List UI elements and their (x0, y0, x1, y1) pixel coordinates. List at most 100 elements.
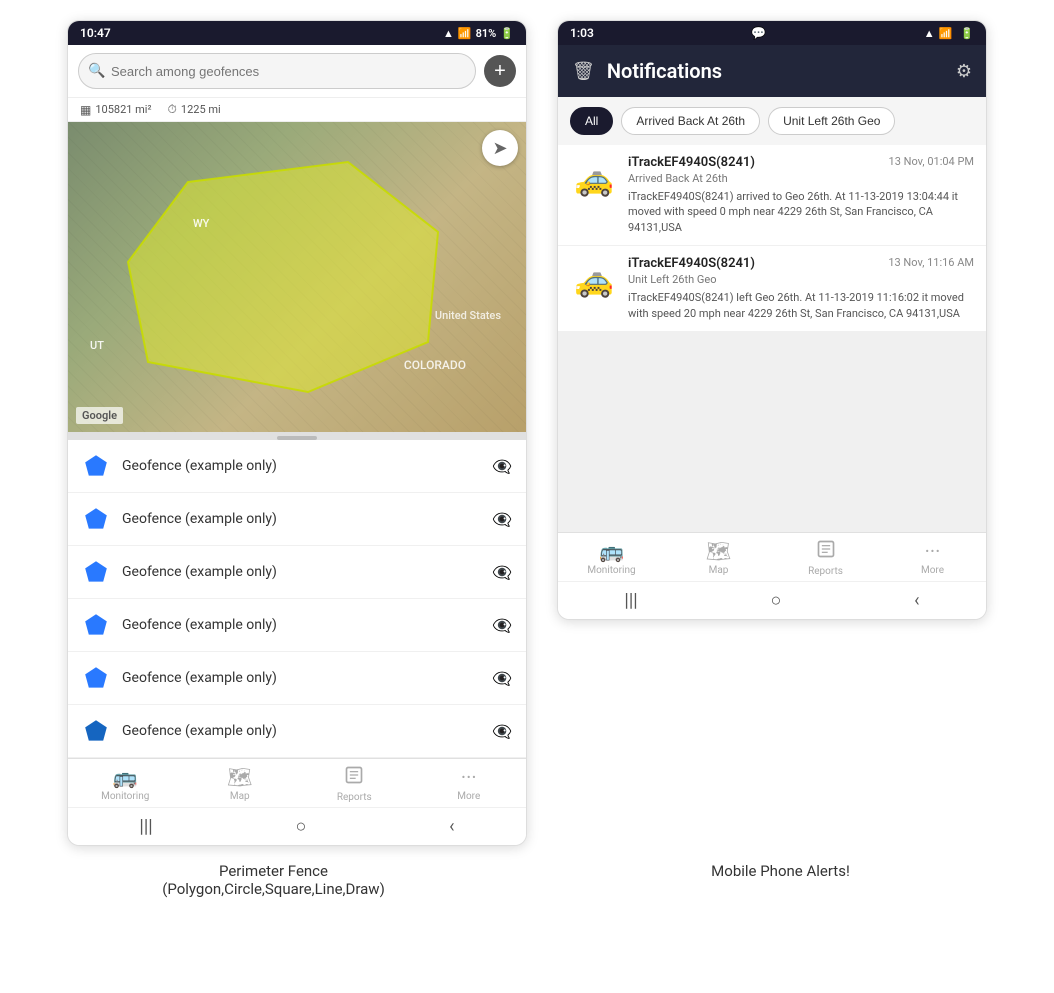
left-status-bar: 10:47 ▲ 📶 81% 🔋 (68, 21, 526, 45)
label-us: United States (435, 309, 501, 322)
right-home-button[interactable]: ○ (770, 590, 781, 611)
monitoring-label: Monitoring (101, 791, 149, 802)
pentagon-svg-6 (84, 719, 108, 743)
scroll-indicator (68, 432, 526, 440)
compass-button[interactable]: ➤ (482, 130, 518, 166)
list-item[interactable]: Geofence (example only) 👁‍🗨 (68, 440, 526, 493)
notif-device-2: iTrackEF4940S(8241) (628, 256, 755, 271)
geofence-icon-1 (82, 452, 110, 480)
left-battery: 81% (476, 27, 497, 40)
area-icon: ▦ (80, 103, 91, 117)
notification-item-1[interactable]: 🚕 iTrackEF4940S(8241) 13 Nov, 01:04 PM A… (558, 145, 986, 246)
more-icon: ··· (461, 765, 477, 789)
left-signal-icon: 📶 (458, 27, 472, 40)
pentagon-svg-3 (84, 560, 108, 584)
notif-top-row-1: iTrackEF4940S(8241) 13 Nov, 01:04 PM (628, 155, 974, 170)
right-more-icon: ··· (925, 539, 941, 563)
right-caption-text: Mobile Phone Alerts! (711, 862, 850, 880)
geofence-icon-5 (82, 664, 110, 692)
search-input[interactable] (78, 53, 476, 89)
right-wifi-icon: ▲ (924, 27, 935, 40)
notification-list: 🚕 iTrackEF4940S(8241) 13 Nov, 01:04 PM A… (558, 145, 986, 332)
right-reports-label: Reports (808, 566, 843, 577)
left-caption-line2: (Polygon,Circle,Square,Line,Draw) (162, 880, 385, 898)
list-item[interactable]: Geofence (example only) 👁‍🗨 (68, 652, 526, 705)
nav-map[interactable]: 🗺 Map (210, 765, 270, 803)
right-nav-more[interactable]: ··· More (903, 539, 963, 577)
right-battery-icon: 🔋 (960, 27, 974, 40)
pentagon-svg-4 (84, 613, 108, 637)
filter-all[interactable]: All (570, 107, 613, 135)
nav-more[interactable]: ··· More (439, 765, 499, 803)
compass-icon: ➤ (492, 138, 507, 159)
car-icon-2: 🚕 (570, 256, 618, 304)
list-item[interactable]: Geofence (example only) 👁‍🗨 (68, 546, 526, 599)
back-button[interactable]: ‹ (449, 816, 454, 837)
notifications-header: 🗑 Notifications ⚙ (558, 45, 986, 97)
visibility-icon-1[interactable]: 👁‍🗨 (492, 457, 512, 476)
phone-right: 1:03 💬 ▲ 📶 🔋 🗑 Notifications ⚙ All Arriv… (557, 20, 987, 620)
label-colorado: COLORADO (404, 358, 466, 372)
list-item[interactable]: Geofence (example only) 👁‍🗨 (68, 599, 526, 652)
distance-icon: ⏱ (168, 102, 177, 117)
visibility-icon-4[interactable]: 👁‍🗨 (492, 616, 512, 635)
home-button[interactable]: ○ (295, 816, 306, 837)
right-bottom-nav: 🚌 Monitoring 🗺 Map Reports (558, 532, 986, 581)
notif-event-2: Unit Left 26th Geo (628, 273, 974, 286)
distance-value: 1225 mi (181, 103, 221, 116)
notification-item-2[interactable]: 🚕 iTrackEF4940S(8241) 13 Nov, 11:16 AM U… (558, 246, 986, 332)
geofence-name-3: Geofence (example only) (122, 564, 480, 580)
left-battery-icon: 🔋 (500, 27, 514, 40)
right-reports-icon (816, 539, 836, 564)
notifications-title: Notifications (607, 59, 944, 83)
monitoring-icon: 🚌 (113, 765, 138, 789)
geofence-name-5: Geofence (example only) (122, 670, 480, 686)
nav-reports[interactable]: Reports (324, 765, 384, 803)
right-status-bar: 1:03 💬 ▲ 📶 🔋 (558, 21, 986, 45)
add-geofence-button[interactable]: + (484, 55, 516, 87)
filter-left[interactable]: Unit Left 26th Geo (768, 107, 895, 135)
list-item[interactable]: Geofence (example only) 👁‍🗨 (68, 493, 526, 546)
right-signal-icon: 📶 (939, 27, 953, 40)
notif-device-1: iTrackEF4940S(8241) (628, 155, 755, 170)
nav-monitoring[interactable]: 🚌 Monitoring (95, 765, 155, 803)
visibility-icon-2[interactable]: 👁‍🗨 (492, 510, 512, 529)
visibility-icon-6[interactable]: 👁‍🗨 (492, 722, 512, 741)
scroll-pill (277, 436, 317, 440)
map-area[interactable]: WY UT COLORADO United States Google ➤ (68, 122, 526, 432)
settings-icon[interactable]: ⚙ (956, 61, 972, 82)
stats-bar: ▦ 105821 mi² ⏱ 1225 mi (68, 98, 526, 122)
caption-row: Perimeter Fence (Polygon,Circle,Square,L… (0, 846, 1054, 902)
visibility-icon-5[interactable]: 👁‍🗨 (492, 669, 512, 688)
recent-apps-button[interactable]: ||| (139, 816, 152, 837)
left-caption: Perimeter Fence (Polygon,Circle,Square,L… (64, 862, 484, 898)
search-icon: 🔍 (88, 63, 105, 79)
label-wy: WY (193, 217, 209, 230)
pentagon-svg-1 (84, 454, 108, 478)
more-label: More (457, 791, 480, 802)
right-nav-reports[interactable]: Reports (796, 539, 856, 577)
visibility-icon-3[interactable]: 👁‍🗨 (492, 563, 512, 582)
right-map-icon: 🗺 (706, 539, 731, 563)
geofence-name-1: Geofence (example only) (122, 458, 480, 474)
delete-icon[interactable]: 🗑 (572, 61, 595, 82)
geofence-svg (68, 122, 526, 432)
left-bottom-nav: 🚌 Monitoring 🗺 Map Reports (68, 758, 526, 807)
left-wifi-icon: ▲ (443, 27, 454, 40)
notif-detail-2: iTrackEF4940S(8241) left Geo 26th. At 11… (628, 290, 974, 321)
right-nav-monitoring[interactable]: 🚌 Monitoring (582, 539, 642, 577)
right-recent-apps-button[interactable]: ||| (624, 590, 637, 611)
car-emoji-2: 🚕 (574, 261, 614, 299)
right-nav-map[interactable]: 🗺 Map (689, 539, 749, 577)
map-label: Map (230, 791, 250, 802)
right-chat-icon: 💬 (751, 26, 766, 40)
right-time: 1:03 (570, 26, 594, 40)
area-value: 105821 mi² (95, 103, 151, 116)
right-back-button[interactable]: ‹ (914, 590, 919, 611)
reports-icon (344, 765, 364, 790)
right-status-right: ▲ 📶 🔋 (924, 27, 974, 40)
filter-arrived[interactable]: Arrived Back At 26th (621, 107, 760, 135)
list-item[interactable]: Geofence (example only) 👁‍🗨 (68, 705, 526, 758)
filter-tabs: All Arrived Back At 26th Unit Left 26th … (558, 97, 986, 145)
left-status-right: ▲ 📶 81% 🔋 (443, 27, 514, 40)
